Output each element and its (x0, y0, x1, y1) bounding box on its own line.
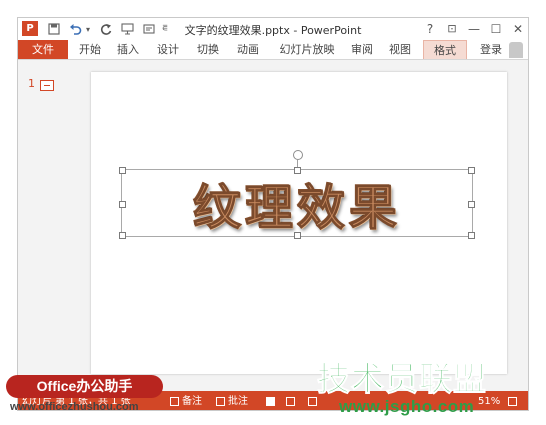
tab-file[interactable]: 文件 (18, 40, 68, 59)
resize-handle-s[interactable] (294, 232, 301, 239)
notes-label: 备注 (182, 396, 202, 407)
fit-slide-icon[interactable] (508, 395, 520, 408)
comments-button[interactable]: 批注 (216, 395, 248, 408)
resize-handle-w[interactable] (119, 201, 126, 208)
wordart-textbox[interactable]: 纹理效果 (119, 167, 475, 239)
resize-handle-sw[interactable] (119, 232, 126, 239)
notes-button[interactable]: 备注 (170, 395, 202, 408)
thumbnail-number: 1 (28, 77, 35, 90)
avatar-icon[interactable] (509, 42, 523, 58)
brand-url-watermark: www.jsgho.com (339, 397, 475, 416)
tab-animations[interactable]: 动画 (234, 40, 262, 59)
comments-icon (216, 396, 225, 406)
tab-slideshow[interactable]: 幻灯片放映 (278, 40, 336, 59)
tab-transitions[interactable]: 切换 (194, 40, 222, 59)
tab-view[interactable]: 视图 (386, 40, 414, 59)
normal-view-icon[interactable] (266, 395, 278, 408)
tab-review[interactable]: 审阅 (348, 40, 376, 59)
tab-format[interactable]: 格式 (423, 40, 467, 59)
resize-handle-e[interactable] (468, 201, 475, 208)
resize-handle-nw[interactable] (119, 167, 126, 174)
slide-thumbnails-pane: 1 (18, 61, 88, 386)
tab-insert[interactable]: 插入 (114, 40, 142, 59)
resize-handle-n[interactable] (294, 167, 301, 174)
resize-handle-ne[interactable] (468, 167, 475, 174)
minimize-button[interactable]: — (463, 20, 485, 38)
wordart-text[interactable]: 纹理效果 (122, 170, 472, 237)
sign-in-link[interactable]: 登录 (480, 40, 502, 59)
close-button[interactable]: ✕ (507, 20, 528, 38)
notes-icon (170, 396, 179, 406)
tab-home[interactable]: 开始 (76, 40, 104, 59)
title-bar: P ▾ ⋷ 文字的纹理效果.pptx - PowerPoint ? ⊡ — ☐ … (18, 18, 528, 40)
site-watermark: www.officezhushou.com (10, 401, 139, 413)
maximize-button[interactable]: ☐ (485, 20, 507, 38)
comments-label: 批注 (228, 396, 248, 407)
rotate-handle-icon[interactable] (293, 150, 303, 160)
brand-watermark: 技术员联盟 (317, 359, 487, 399)
tab-design[interactable]: 设计 (154, 40, 182, 59)
slide-sorter-icon[interactable] (286, 395, 298, 408)
slide-canvas[interactable]: 纹理效果 (91, 72, 507, 374)
office-helper-badge: Office办公助手 (6, 375, 163, 398)
resize-handle-se[interactable] (468, 232, 475, 239)
help-button[interactable]: ? (419, 20, 441, 38)
ribbon-tabs: 文件 开始 插入 设计 切换 动画 幻灯片放映 审阅 视图 格式 登录 (18, 40, 528, 60)
slide-thumbnail[interactable] (40, 80, 54, 91)
ribbon-display-options-icon[interactable]: ⊡ (441, 20, 463, 38)
